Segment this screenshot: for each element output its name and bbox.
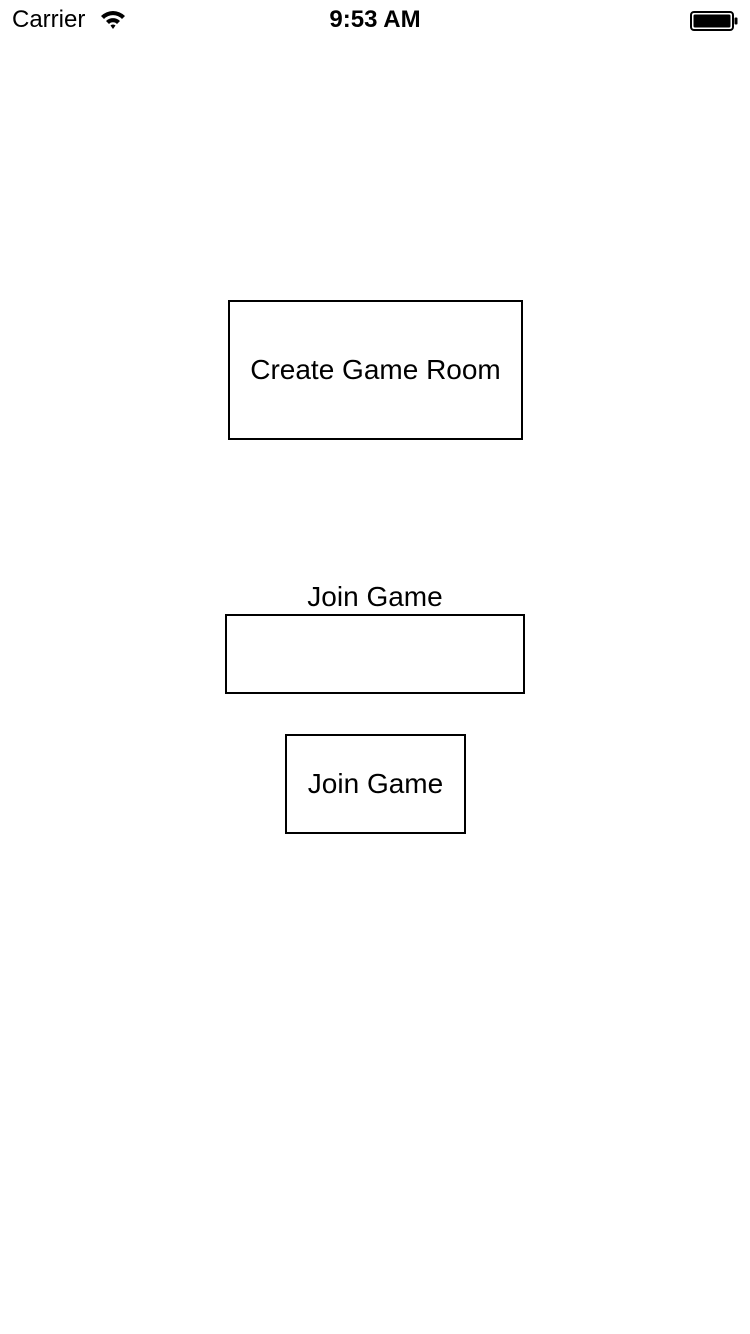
status-time: 9:53 AM — [329, 6, 421, 33]
create-game-room-button[interactable]: Create Game Room — [228, 300, 523, 440]
join-game-button[interactable]: Join Game — [285, 734, 466, 834]
join-game-code-input[interactable] — [225, 614, 525, 694]
join-game-label: Join Game — [307, 581, 443, 612]
status-bar: Carrier 9:53 AM — [0, 0, 750, 40]
battery-icon — [690, 11, 738, 31]
